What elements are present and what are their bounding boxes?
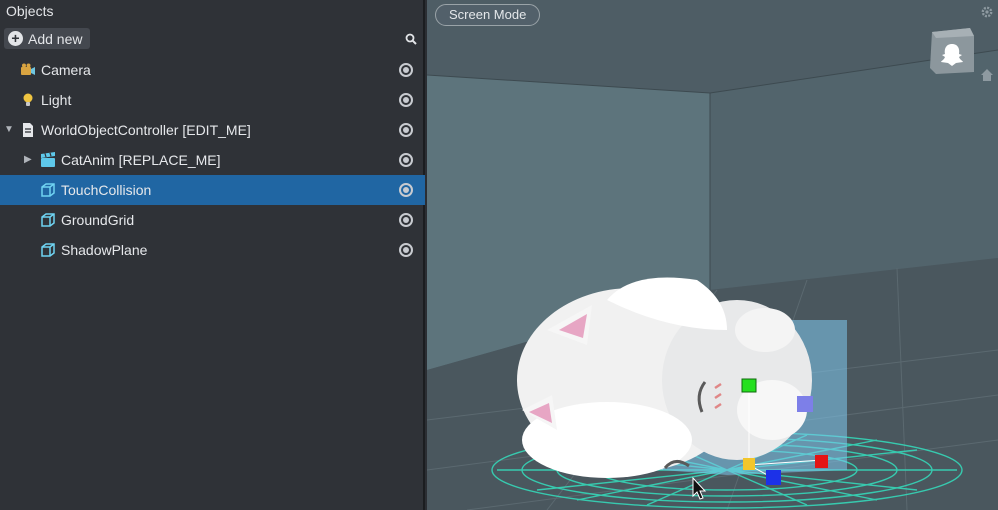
visibility-toggle[interactable] [399,123,413,137]
object-row-worldobjectcontroller[interactable]: ▼ WorldObjectController [EDIT_ME] [0,115,425,145]
view-cube-snapchat-icon[interactable] [926,24,978,76]
add-new-label: Add new [28,30,83,47]
object-label: CatAnim [REPLACE_ME] [61,152,221,168]
animation-clapper-icon [41,152,55,167]
gizmo-handle-blue [766,470,781,485]
add-new-button[interactable]: + Add new [4,28,91,49]
lightbulb-icon [23,93,33,106]
cube-icon [41,183,55,197]
gizmo-handle-purple [797,396,813,412]
visibility-toggle[interactable] [399,93,413,107]
object-row-groundgrid[interactable]: GroundGrid [0,205,425,235]
object-row-touchcollision[interactable]: TouchCollision [0,175,425,205]
expand-arrow-icon[interactable]: ▼ [4,124,14,135]
expand-arrow-icon[interactable]: ▶ [24,154,32,165]
visibility-toggle[interactable] [399,153,413,167]
object-row-camera[interactable]: Camera [0,55,425,85]
scene-viewport[interactable]: Screen Mode [427,0,998,510]
plus-icon: + [8,31,23,46]
object-label: Light [41,92,72,108]
gizmo-handle-yellow [743,458,755,470]
object-label: TouchCollision [61,182,152,198]
search-icon[interactable] [405,33,417,45]
gizmo-handle-green [741,378,757,393]
object-row-light[interactable]: Light [0,85,425,115]
cube-icon [41,243,55,257]
object-label: WorldObjectController [EDIT_ME] [41,122,251,138]
home-icon[interactable] [980,68,994,82]
scene-render [427,0,998,510]
objects-toolbar: + Add new [0,24,425,54]
object-row-catanim[interactable]: ▶ CatAnim [REPLACE_ME] [0,145,425,175]
cube-icon [41,213,55,227]
objects-panel: Objects + Add new Camera Light ▼ WorldOb… [0,0,425,510]
object-tree: Camera Light ▼ WorldObjectController [ED… [0,55,425,265]
panel-title: Objects [6,3,54,19]
object-label: GroundGrid [61,212,135,228]
visibility-toggle[interactable] [399,243,413,257]
visibility-toggle[interactable] [399,183,413,197]
object-label: ShadowPlane [61,242,148,258]
gear-icon[interactable] [980,5,994,19]
visibility-toggle[interactable] [399,213,413,227]
object-label: Camera [41,62,91,78]
visibility-toggle[interactable] [399,63,413,77]
gizmo-handle-red [815,455,828,468]
screen-mode-button[interactable]: Screen Mode [435,4,541,26]
cat-model [517,277,812,478]
camera-icon [21,63,35,75]
object-row-shadowplane[interactable]: ShadowPlane [0,235,425,265]
script-icon [23,123,33,137]
